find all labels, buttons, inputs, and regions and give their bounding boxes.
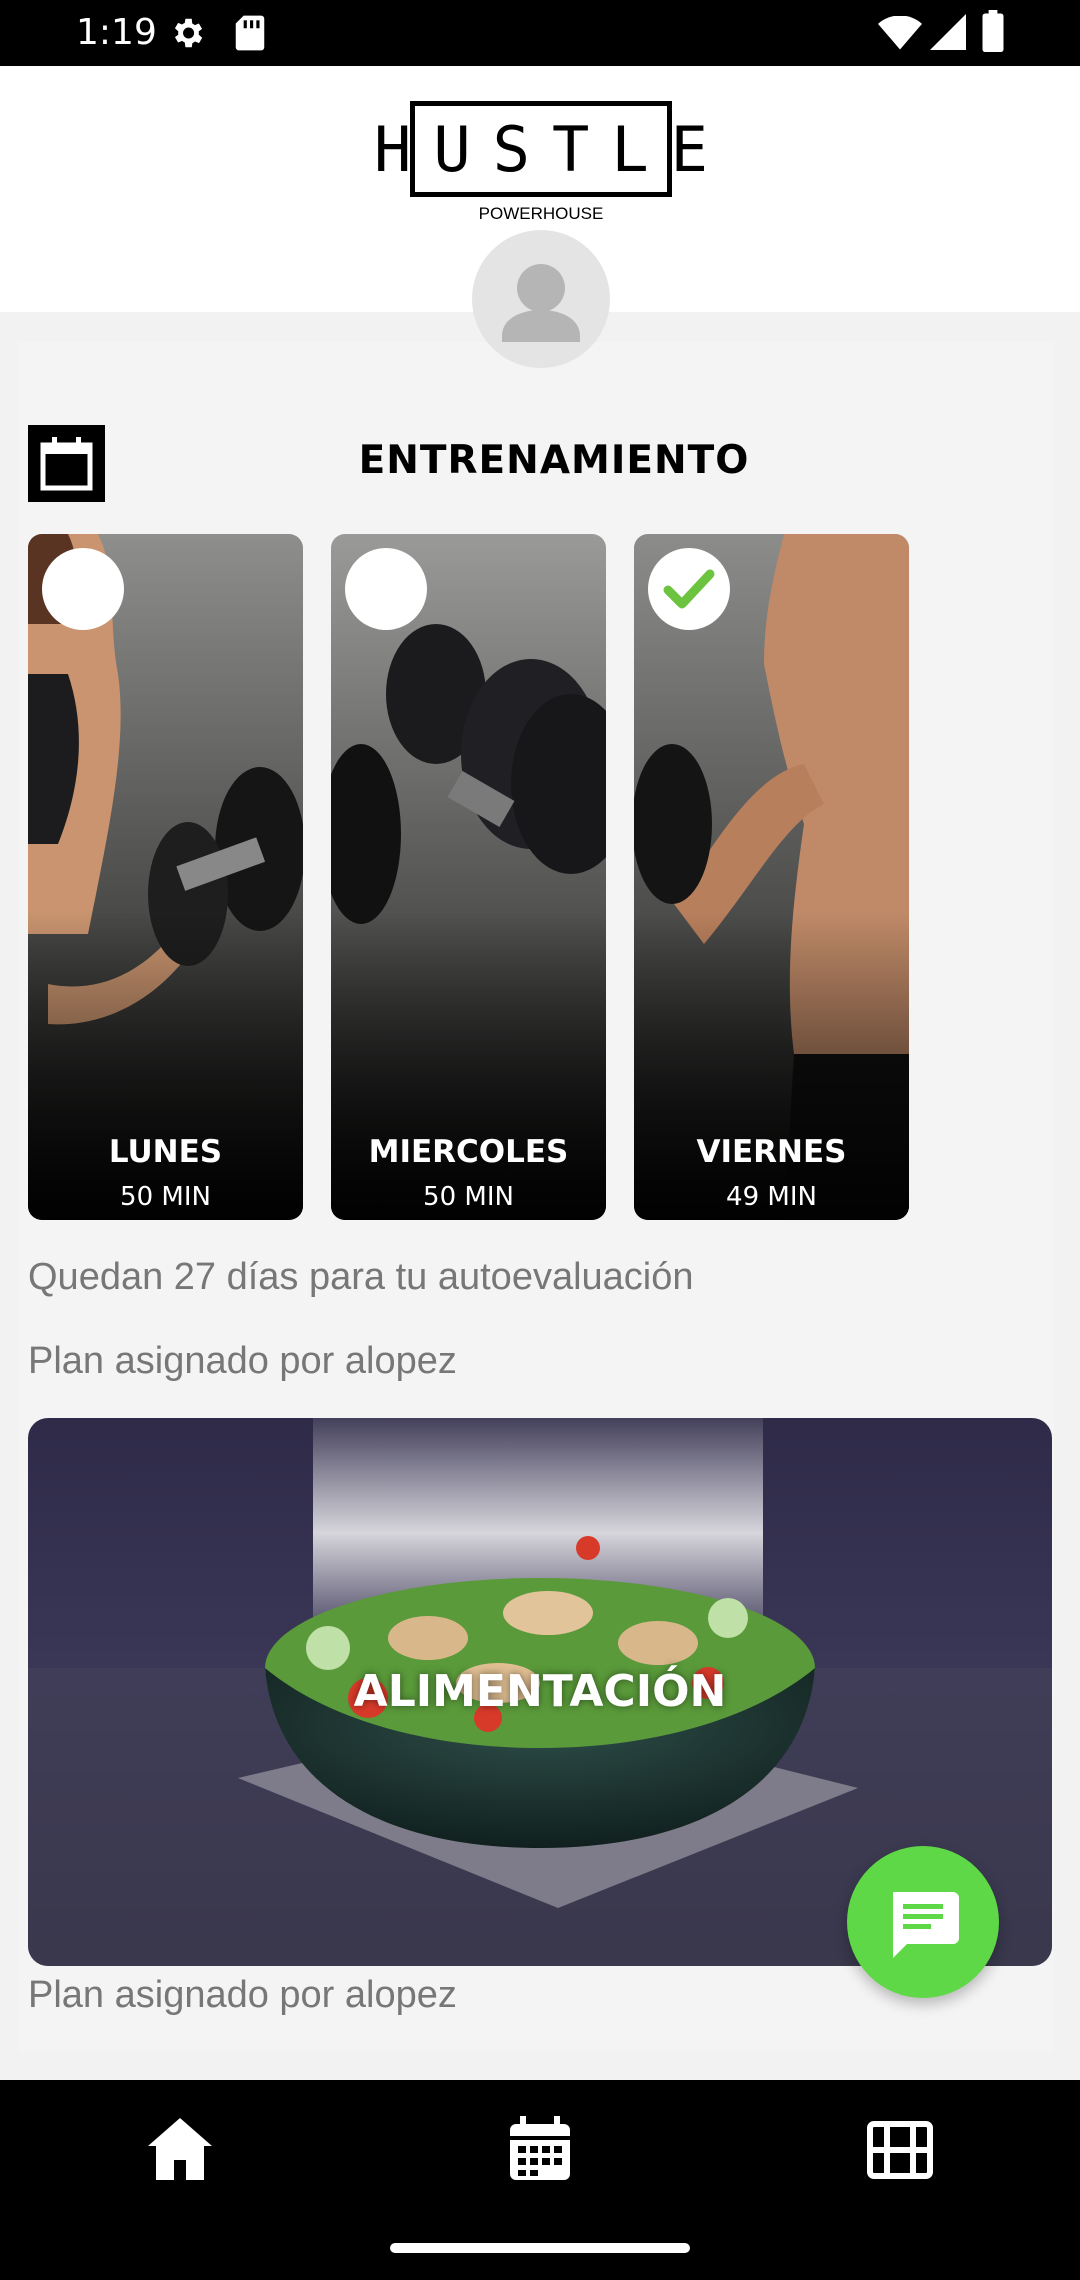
nav-home-button[interactable]	[140, 2110, 220, 2190]
settings-icon	[174, 18, 203, 48]
cell-signal-icon	[930, 14, 966, 50]
status-time: 1:19	[76, 12, 157, 53]
woman-dumbbell-image	[28, 534, 303, 1220]
chat-icon	[893, 1892, 959, 1958]
dumbbell-image	[331, 534, 606, 1220]
workout-duration: 50 MIN	[423, 1182, 514, 1212]
workout-duration: 50 MIN	[120, 1182, 211, 1212]
hustle-logo: HUSTLE	[374, 101, 708, 197]
sd-card-icon	[235, 15, 265, 51]
person-icon	[502, 264, 580, 342]
gesture-bar[interactable]	[390, 2243, 690, 2253]
workout-card-miercoles[interactable]: MIERCOLES 50 MIN	[331, 534, 606, 1220]
logo-main-text: HUSTLE	[374, 112, 730, 186]
film-icon	[867, 2121, 933, 2179]
workout-card-viernes[interactable]: VIERNES 49 MIN	[634, 534, 909, 1220]
section-title: ENTRENAMIENTO	[358, 438, 750, 483]
home-icon	[148, 2118, 212, 2180]
nav-videos-button[interactable]	[860, 2110, 940, 2190]
status-bar: 1:19	[0, 0, 1080, 66]
completion-circle[interactable]	[42, 548, 124, 630]
workout-duration: 49 MIN	[726, 1182, 817, 1212]
workout-day: LUNES	[108, 1134, 223, 1170]
evaluation-countdown: Quedan 27 días para tu autoevaluación	[28, 1256, 694, 1298]
battery-icon	[982, 10, 1004, 52]
avatar[interactable]	[472, 230, 610, 368]
checkmark-icon	[663, 569, 715, 609]
workout-day: VIERNES	[696, 1134, 847, 1170]
completion-circle[interactable]	[345, 548, 427, 630]
nav-calendar-button[interactable]	[500, 2110, 580, 2190]
nutrition-title: ALIMENTACIÓN	[353, 1666, 727, 1717]
workout-card-lunes[interactable]: LUNES 50 MIN	[28, 534, 303, 1220]
chat-button[interactable]	[847, 1846, 999, 1998]
training-plan-assigned: Plan asignado por alopez	[28, 1340, 457, 1382]
wifi-icon	[878, 16, 922, 50]
workout-day: MIERCOLES	[368, 1134, 569, 1170]
calendar-icon	[510, 2116, 570, 2180]
nutrition-plan-assigned: Plan asignado por alopez	[28, 1974, 457, 2016]
completion-circle-checked[interactable]	[648, 548, 730, 630]
man-dumbbell-image	[634, 534, 909, 1220]
logo-sub-text: POWERHOUSE	[478, 204, 604, 223]
